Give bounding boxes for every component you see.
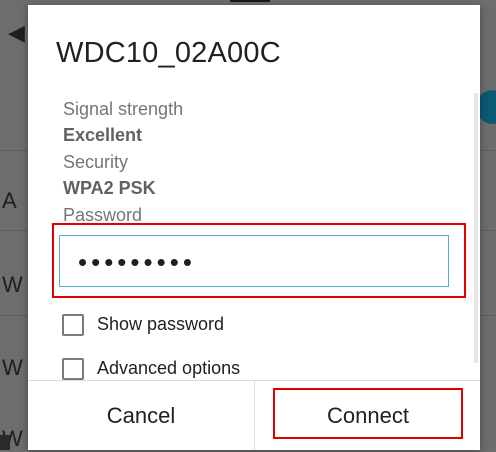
dialog-content[interactable]: Signal strength Excellent Security WPA2 … [28, 93, 480, 380]
scrollbar[interactable] [474, 93, 478, 363]
dialog-title: WDC10_02A00C [56, 37, 281, 69]
background-row-letter: W [2, 355, 23, 380]
password-value: ••••••••• [78, 247, 196, 277]
background-edge [0, 435, 10, 450]
cancel-button[interactable]: Cancel [28, 381, 254, 450]
background-row-letter: W [2, 272, 23, 297]
wifi-connect-dialog: WDC10_02A00C Signal strength Excellent S… [28, 5, 480, 450]
password-field[interactable]: ••••••••• [59, 235, 449, 287]
password-label: Password [63, 205, 143, 225]
back-arrow-icon: ◀ [8, 20, 25, 45]
checkbox-box[interactable] [62, 314, 84, 336]
show-password-label: Show password [97, 314, 225, 334]
security-value: WPA2 PSK [63, 178, 156, 198]
background-row-letter: A [2, 188, 17, 213]
security-label: Security [63, 152, 129, 172]
signal-strength-label: Signal strength [63, 99, 184, 119]
connect-button[interactable]: Connect [255, 381, 481, 450]
signal-strength-value: Excellent [63, 125, 143, 145]
advanced-options-label: Advanced options [97, 358, 241, 378]
checkbox-box[interactable] [62, 358, 84, 380]
